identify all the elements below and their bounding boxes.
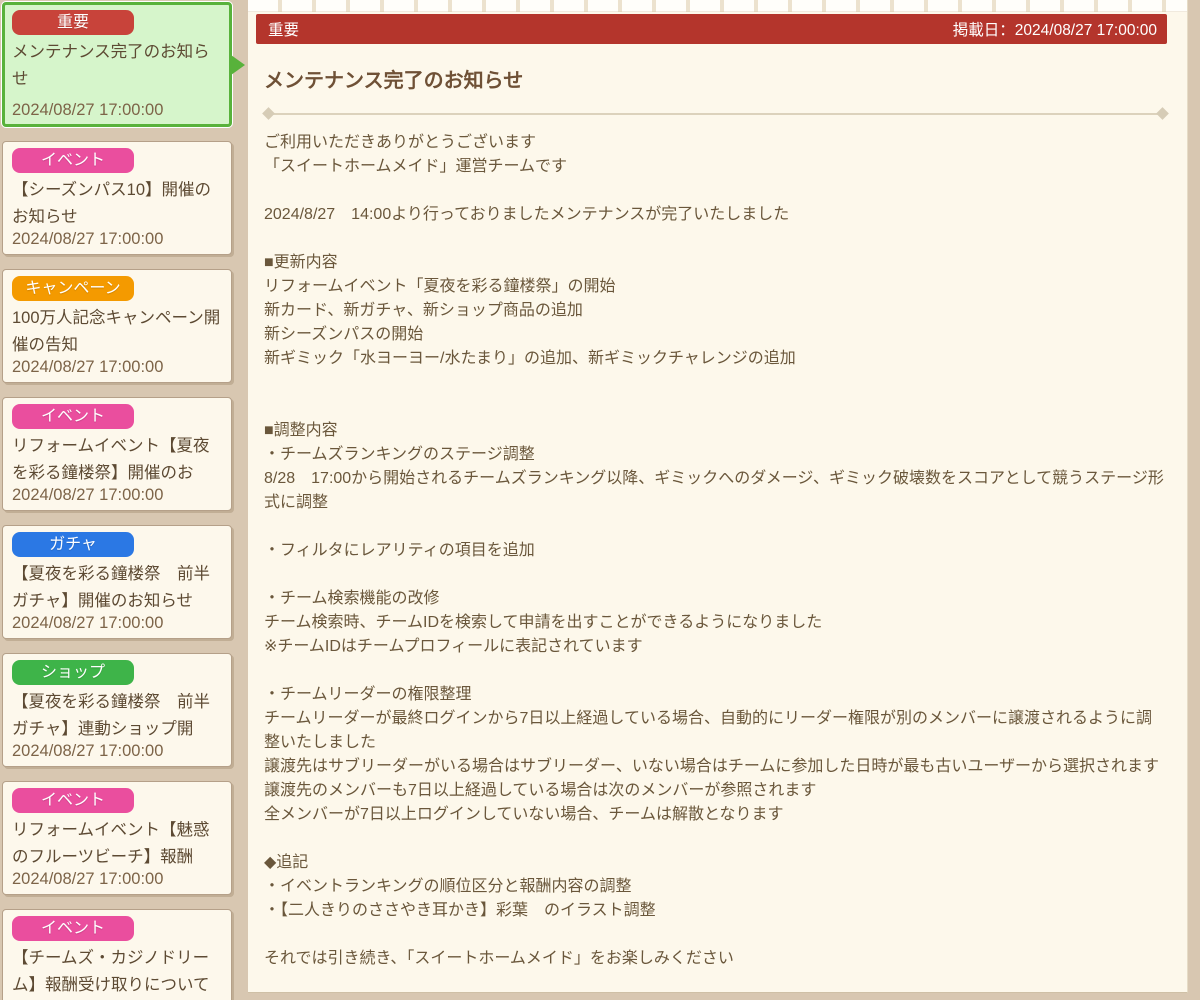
category-badge: イベント [12,916,134,941]
news-list-item[interactable]: イベント 【チームズ・カジノドリーム】報酬受け取りについて 2024/08/27… [2,909,232,1000]
title-divider [264,113,1167,115]
news-item-date: 2024/08/27 17:00:00 [12,230,164,248]
news-item-date: 2024/08/27 17:00:00 [12,101,164,119]
article-header-bar: 重要 掲載日：2024/08/27 17:00:00 [256,14,1167,44]
news-list-item[interactable]: イベント リフォームイベント【魅惑のフルーツビーチ】報酬受... 2024/08… [2,781,232,895]
article-posted-date: 掲載日：2024/08/27 17:00:00 [952,22,1157,39]
news-item-title: リフォームイベント【夏夜を彩る鐘楼祭】開催のお知... [12,437,210,482]
category-badge: ショップ [12,660,134,685]
news-list-item[interactable]: ガチャ 【夏夜を彩る鐘楼祭 前半ガチャ】開催のお知らせ 2024/08/27 1… [2,525,232,639]
category-badge: イベント [12,404,134,429]
category-badge: ガチャ [12,532,134,557]
news-item-date: 2024/08/27 17:00:00 [12,870,164,888]
category-badge: イベント [12,788,134,813]
news-item-title: 【夏夜を彩る鐘楼祭 前半ガチャ】連動ショップ開催... [12,693,210,738]
article-title: メンテナンス完了のお知らせ [264,70,524,92]
news-item-title: 【チームズ・カジノドリーム】報酬受け取りについて [12,949,210,994]
news-list-item[interactable]: 重要 メンテナンス完了のお知らせ 2024/08/27 17:00:00 [2,2,245,127]
news-list-item[interactable]: キャンペーン 100万人記念キャンペーン開催の告知 2024/08/27 17:… [2,269,232,383]
news-item-title: リフォームイベント【魅惑のフルーツビーチ】報酬受... [12,821,210,866]
news-page: { "colors": { "page_bg": "#d8c7b1", "pan… [0,0,1200,1000]
news-item-title: 【シーズンパス10】開催のお知らせ [12,181,212,226]
panel-perforation-decor [248,0,1187,12]
news-item-date: 2024/08/27 17:00:00 [12,358,164,376]
news-item-date: 2024/08/27 17:00:00 [12,614,164,632]
news-list-item[interactable]: イベント 【シーズンパス10】開催のお知らせ 2024/08/27 17:00:… [2,141,232,255]
category-badge: 重要 [12,10,134,35]
news-item-date: 2024/08/27 17:00:00 [12,742,164,760]
article-category-label: 重要 [268,22,300,39]
article-body: ご利用いただきありがとうございます 「スイートホームメイド」運営チームです 20… [264,134,1164,967]
news-item-title: 【夏夜を彩る鐘楼祭 前半ガチャ】開催のお知らせ [12,565,210,610]
category-badge: キャンペーン [12,276,134,301]
selected-arrow-icon [231,54,245,75]
article-panel: 重要 掲載日：2024/08/27 17:00:00 メンテナンス完了のお知らせ… [248,0,1188,993]
news-item-title: 100万人記念キャンペーン開催の告知 [12,309,221,354]
news-list-item[interactable]: イベント リフォームイベント【夏夜を彩る鐘楼祭】開催のお知... 2024/08… [2,397,232,511]
news-list-sidebar[interactable]: 重要 メンテナンス完了のお知らせ 2024/08/27 17:00:00 イベン… [0,0,248,1000]
news-item-date: 2024/08/27 17:00:00 [12,996,222,1000]
news-list-item[interactable]: ショップ 【夏夜を彩る鐘楼祭 前半ガチャ】連動ショップ開催... 2024/08… [2,653,232,767]
news-item-title: メンテナンス完了のお知らせ [12,43,210,88]
category-badge: イベント [12,148,134,173]
news-item-date: 2024/08/27 17:00:00 [12,486,164,504]
